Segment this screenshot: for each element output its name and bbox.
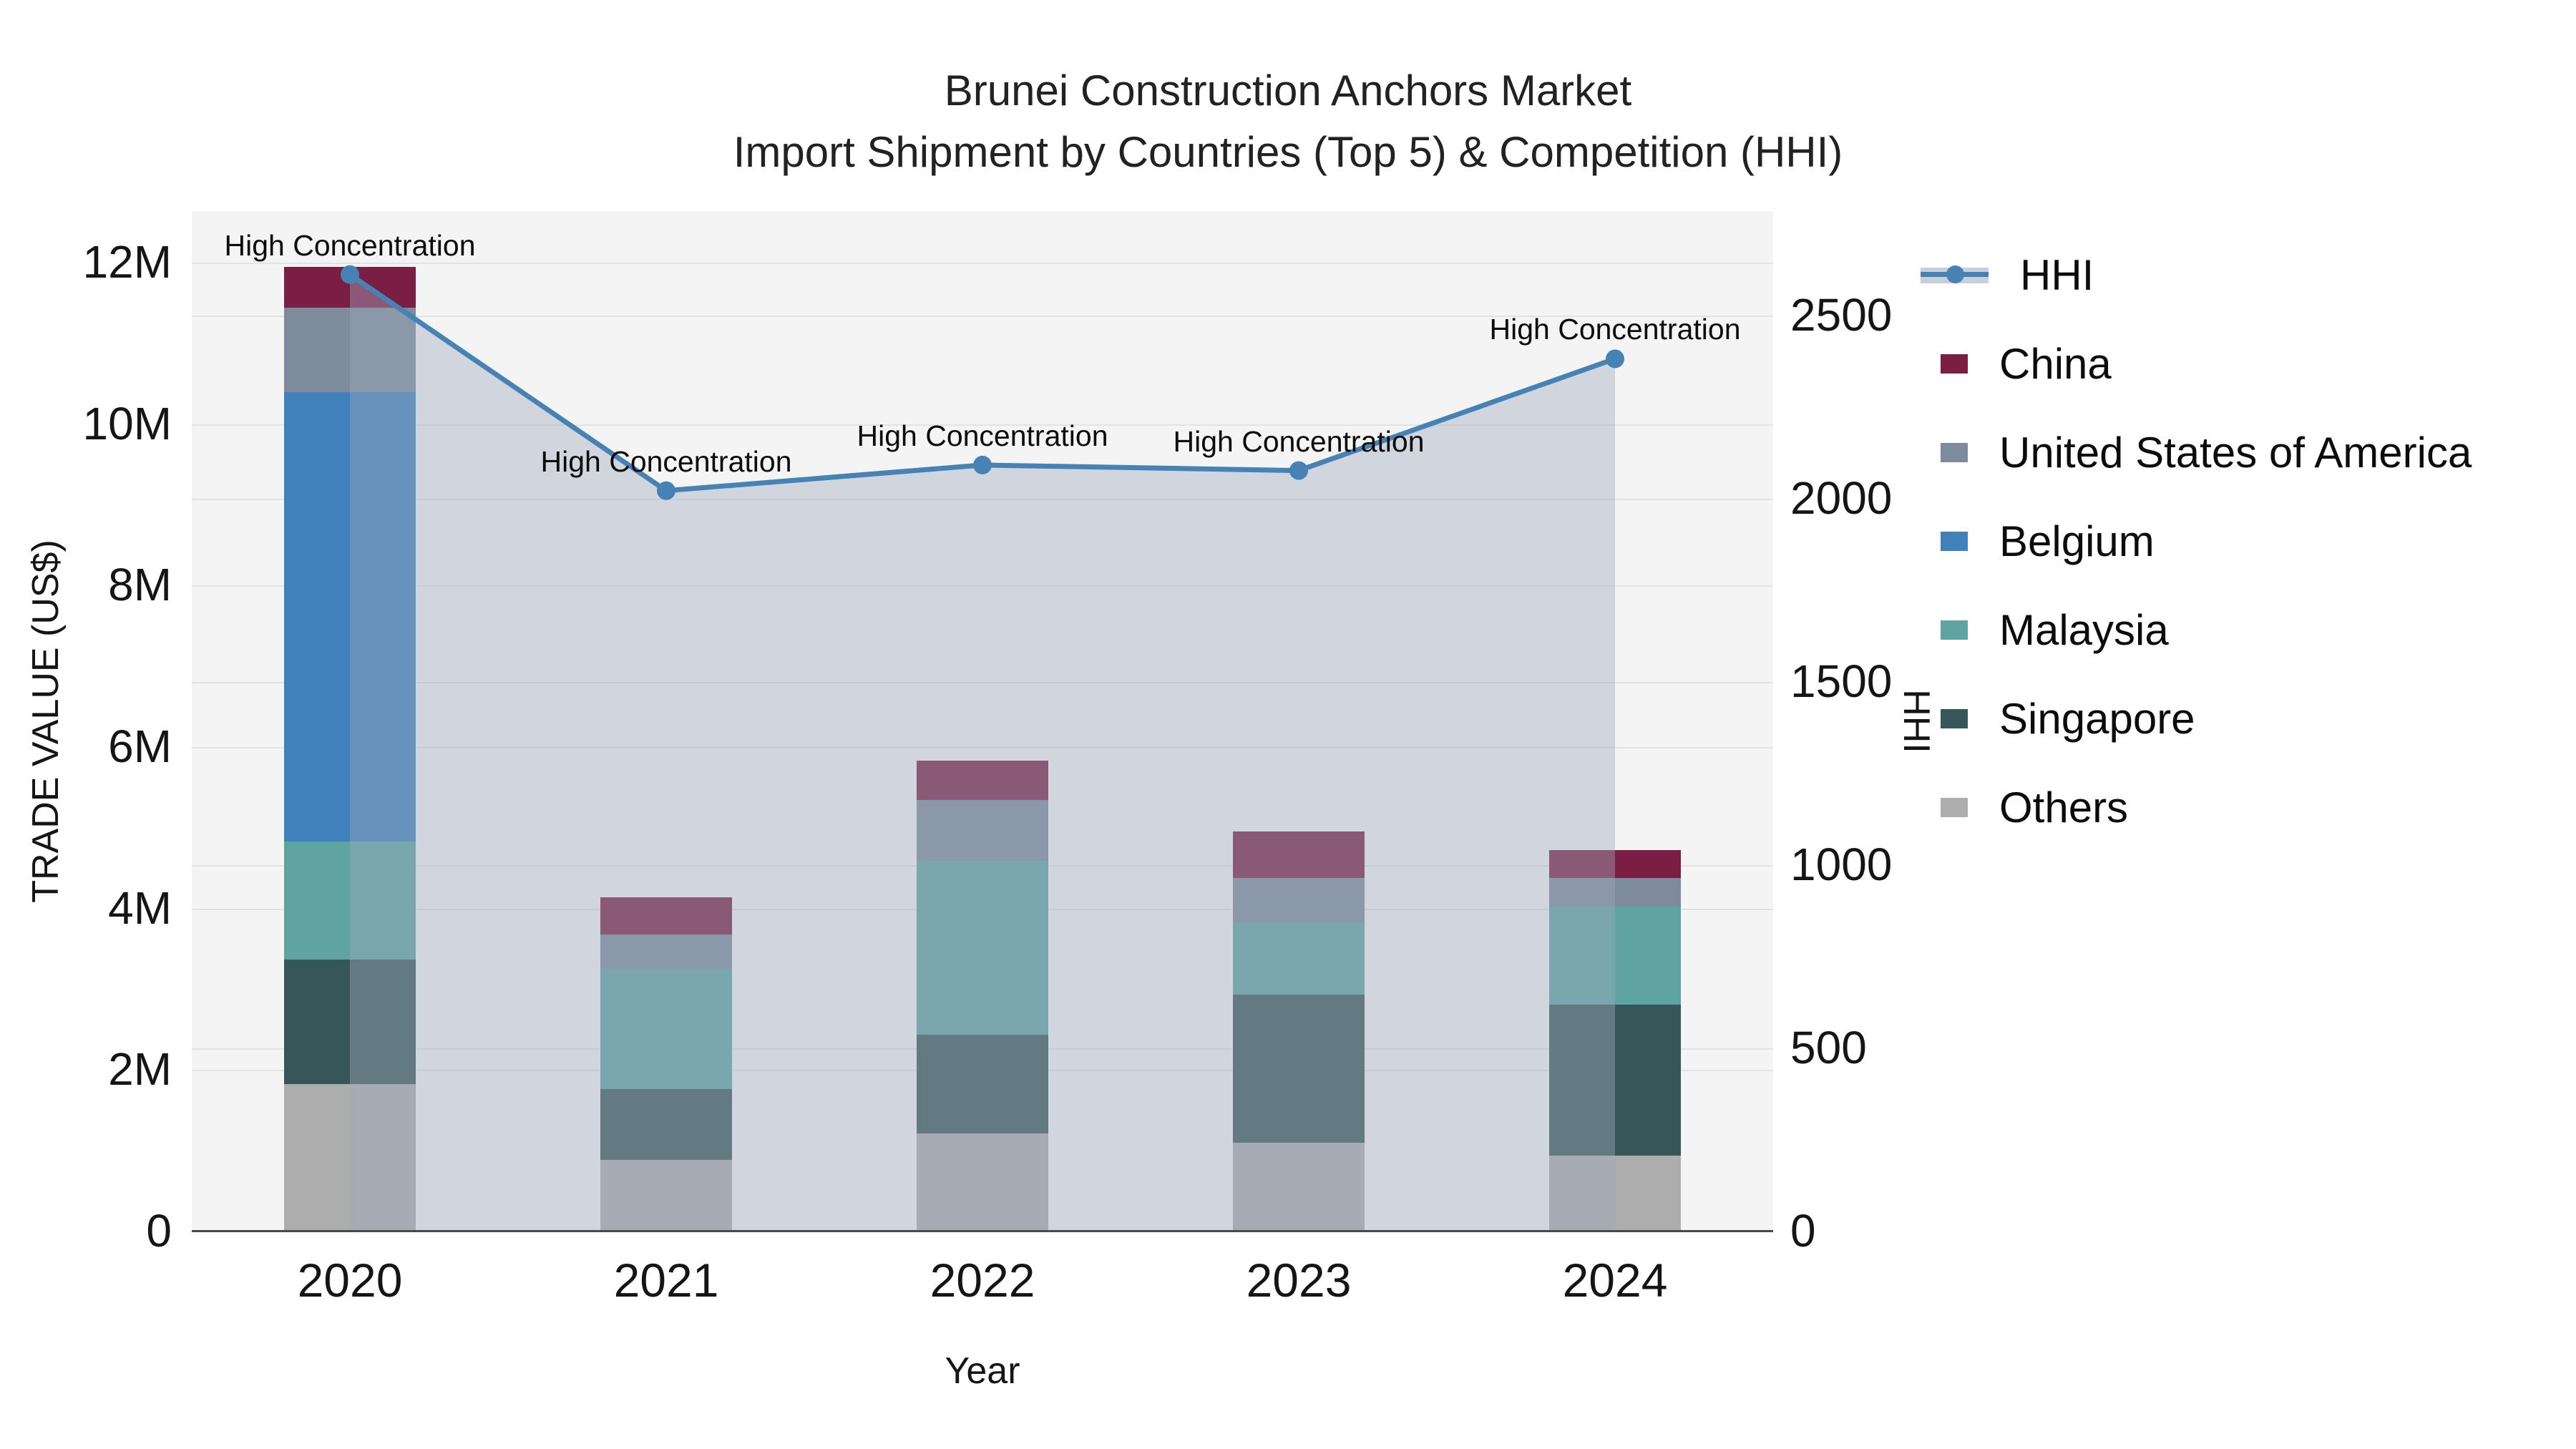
y-right-tick-0: 0 <box>1790 1205 1816 1257</box>
x-tick-2020: 2020 <box>297 1254 403 1307</box>
hhi-point-2021[interactable] <box>657 481 675 500</box>
bar-segment-united-states-of-america-2023[interactable] <box>1233 877 1365 923</box>
x-axis-title: Year <box>945 1350 1020 1392</box>
gridline-left-8M <box>192 585 1773 587</box>
hhi-line[interactable] <box>348 272 1616 494</box>
gridline-left-6M <box>192 747 1773 749</box>
y-left-tick-0: 0 <box>146 1205 172 1257</box>
bar-segment-malaysia-2022[interactable] <box>917 861 1048 1035</box>
bar-segment-china-2021[interactable] <box>600 897 732 935</box>
bar-segment-malaysia-2021[interactable] <box>600 969 732 1090</box>
bar-segment-others-2022[interactable] <box>917 1133 1048 1231</box>
bar-segment-malaysia-2023[interactable] <box>1233 922 1365 995</box>
x-tick-2023: 2023 <box>1246 1254 1352 1307</box>
legend-label: HHI <box>2020 250 2094 299</box>
gridline-right-2000 <box>192 499 1773 500</box>
bar-segment-china-2024[interactable] <box>1549 850 1681 878</box>
legend-item-china[interactable]: China <box>1941 319 2112 408</box>
x-tick-2021: 2021 <box>613 1254 719 1307</box>
y-left-tick-12M: 12M <box>82 236 172 288</box>
x-tick-2024: 2024 <box>1562 1254 1668 1307</box>
hhi-line-swatch-icon <box>1921 264 1989 286</box>
legend-label: Others <box>1999 783 2129 831</box>
plot-area: High Concentration High Concentration High… <box>192 211 1773 1232</box>
bar-segment-malaysia-2024[interactable] <box>1549 907 1681 1005</box>
bar-segment-belgium-2020[interactable] <box>284 391 416 842</box>
annotation-high-concentration-2020: High Concentration <box>224 228 476 262</box>
bar-segment-singapore-2022[interactable] <box>917 1034 1048 1134</box>
annotation-high-concentration-2021: High Concentration <box>540 444 792 478</box>
legend-color-swatch-icon <box>1941 620 1968 640</box>
bar-segment-china-2020[interactable] <box>284 266 416 308</box>
annotation-high-concentration-2024: High Concentration <box>1489 313 1741 346</box>
gridline-right-1500 <box>192 682 1773 683</box>
y-left-tick-8M: 8M <box>108 559 172 611</box>
hhi-point-2023[interactable] <box>1289 461 1308 480</box>
bar-segment-singapore-2021[interactable] <box>600 1089 732 1160</box>
y-right-tick-500: 500 <box>1790 1022 1867 1073</box>
bar-segment-others-2024[interactable] <box>1549 1155 1681 1231</box>
figure: Brunei Construction Anchors Market Impor… <box>0 0 2576 1449</box>
bar-segment-singapore-2023[interactable] <box>1233 995 1365 1143</box>
legend-color-swatch-icon <box>1941 353 1968 374</box>
gridline-left-12M <box>192 263 1773 265</box>
x-tick-2022: 2022 <box>930 1254 1035 1307</box>
legend-label: Singapore <box>1999 694 2195 743</box>
bar-segment-others-2021[interactable] <box>600 1159 732 1231</box>
hhi-point-2024[interactable] <box>1606 349 1624 369</box>
legend-color-swatch-icon <box>1941 708 1968 728</box>
y-left-tick-6M: 6M <box>108 721 172 773</box>
bar-segment-singapore-2024[interactable] <box>1549 1004 1681 1156</box>
bar-segment-china-2023[interactable] <box>1233 831 1365 878</box>
y-left-tick-4M: 4M <box>108 882 172 934</box>
bar-segment-united-states-of-america-2022[interactable] <box>917 800 1048 862</box>
bar-segment-united-states-of-america-2021[interactable] <box>600 934 732 970</box>
legend-item-belgium[interactable]: Belgium <box>1941 497 2155 585</box>
legend-item-hhi[interactable]: HHI <box>1921 230 2094 319</box>
y-left-tick-10M: 10M <box>82 397 172 449</box>
bar-segment-others-2020[interactable] <box>284 1083 416 1231</box>
legend-label: Malaysia <box>1999 605 2169 654</box>
legend-color-swatch-icon <box>1941 797 1968 817</box>
bar-segment-united-states-of-america-2024[interactable] <box>1549 877 1681 907</box>
legend-item-others[interactable]: Others <box>1941 763 2128 852</box>
legend-label: United States of America <box>1999 428 2472 477</box>
annotation-high-concentration-2022: High Concentration <box>857 419 1108 452</box>
bar-segment-singapore-2020[interactable] <box>284 959 416 1084</box>
annotation-high-concentration-2023: High Concentration <box>1173 424 1425 458</box>
hhi-marker-swatch <box>1946 265 1964 283</box>
bar-segment-china-2022[interactable] <box>917 761 1048 801</box>
legend-item-united-states-of-america[interactable]: United States of America <box>1941 408 2472 497</box>
legend-label: Belgium <box>1999 517 2155 565</box>
legend-color-swatch-icon <box>1941 531 1968 551</box>
y-left-tick-2M: 2M <box>108 1043 172 1096</box>
chart-subtitle: Import Shipment by Countries (Top 5) & C… <box>733 128 1843 176</box>
legend-color-swatch-icon <box>1941 442 1968 462</box>
x-axis-line <box>192 1230 1773 1232</box>
hhi-point-2022[interactable] <box>973 455 992 474</box>
legend-item-malaysia[interactable]: Malaysia <box>1941 585 2169 674</box>
bar-segment-malaysia-2020[interactable] <box>284 841 416 960</box>
bar-segment-united-states-of-america-2020[interactable] <box>284 308 416 392</box>
chart-title: Brunei Construction Anchors Market <box>944 67 1632 114</box>
legend-item-singapore[interactable]: Singapore <box>1941 674 2195 763</box>
bar-segment-others-2023[interactable] <box>1233 1142 1365 1231</box>
legend-label: China <box>1999 339 2112 388</box>
